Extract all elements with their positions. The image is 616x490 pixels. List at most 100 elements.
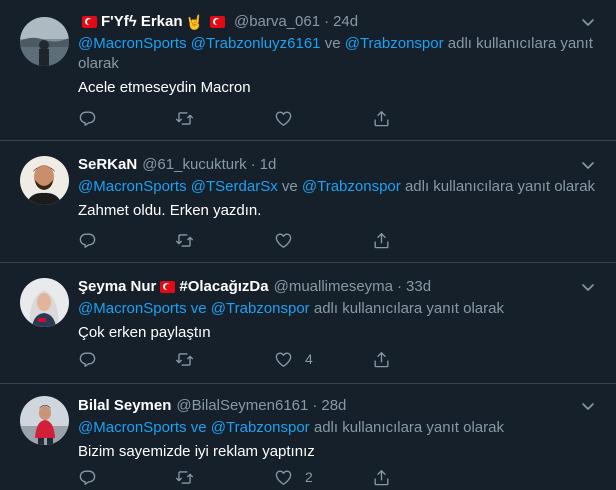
reply-suffix: adlı kullanıcılara yanıt olarak bbox=[313, 300, 504, 317]
tweet-content: Şeyma Nur #OlacağızDa @muallimeseyma · 3… bbox=[78, 277, 596, 343]
avatar[interactable] bbox=[20, 156, 69, 205]
tweet-header: Bilal Seymen @BilalSeymen6161 · 28d bbox=[78, 396, 596, 416]
rock-hand-emoji: 🤘 bbox=[185, 14, 203, 30]
turkish-flag-icon bbox=[82, 16, 97, 28]
mention-link[interactable]: @Trabzonspor bbox=[345, 35, 444, 52]
tweet-text: Bizim sayemizde iyi reklam yaptınız bbox=[78, 443, 315, 460]
share-icon bbox=[374, 351, 389, 367]
separator-dot: · bbox=[324, 13, 330, 30]
tweet-header: F'Yfϟ Erkan 🤘 @barva_061 · 24d bbox=[78, 12, 596, 32]
mention-link[interactable]: @MacronSports bbox=[78, 35, 187, 52]
separator-dot: · bbox=[250, 156, 256, 173]
reply-icon bbox=[79, 110, 96, 126]
separator-dot: · bbox=[312, 397, 318, 414]
heart-icon bbox=[275, 469, 292, 485]
share-icon bbox=[374, 232, 389, 248]
chevron-down-icon[interactable] bbox=[578, 155, 598, 175]
reply-context: @MacronSports ve @Trabzonspor adlı kulla… bbox=[78, 299, 596, 319]
share-button[interactable] bbox=[372, 108, 391, 128]
avatar[interactable] bbox=[20, 17, 69, 66]
avatar[interactable] bbox=[20, 396, 69, 445]
heart-icon bbox=[275, 232, 292, 248]
tweet-time[interactable]: 33d bbox=[406, 277, 431, 297]
separator-dot: · bbox=[397, 278, 403, 295]
user-name[interactable]: F'Yfϟ Erkan bbox=[101, 12, 183, 32]
chevron-down-icon[interactable] bbox=[578, 12, 598, 32]
reply-connector: ve bbox=[324, 35, 341, 52]
mention-link[interactable]: @TSerdarSx bbox=[191, 178, 278, 195]
reply-connector: ve bbox=[190, 419, 207, 436]
like-count: 2 bbox=[305, 469, 313, 485]
heart-icon bbox=[275, 351, 292, 367]
share-button[interactable] bbox=[372, 230, 391, 250]
tweet-time[interactable]: 28d bbox=[321, 396, 346, 416]
reply-button[interactable] bbox=[78, 349, 97, 369]
reply-context: @MacronSports @TSerdarSx ve @Trabzonspor… bbox=[78, 177, 596, 197]
reply-connector: ve bbox=[190, 300, 207, 317]
reply-context: @MacronSports @Trabzonluyz6161 ve @Trabz… bbox=[78, 34, 596, 74]
retweet-icon bbox=[175, 233, 194, 247]
user-name[interactable]: SeRKaN bbox=[78, 155, 137, 175]
tweet-text: Acele etmeseydin Macron bbox=[78, 79, 251, 96]
like-button[interactable]: 4 bbox=[274, 349, 313, 369]
reply-icon bbox=[79, 469, 96, 485]
tweet-text: Çok erken paylaştın bbox=[78, 324, 211, 341]
mention-link[interactable]: @Trabzonspor bbox=[302, 178, 401, 195]
tweet[interactable]: F'Yfϟ Erkan 🤘 @barva_061 · 24d @MacronSp… bbox=[0, 0, 616, 141]
reply-icon bbox=[79, 232, 96, 248]
tweet-header: Şeyma Nur #OlacağızDa @muallimeseyma · 3… bbox=[78, 277, 596, 297]
user-handle[interactable]: @61_kucukturk bbox=[142, 155, 246, 175]
reply-button[interactable] bbox=[78, 230, 97, 250]
chevron-down-icon[interactable] bbox=[578, 396, 598, 416]
chevron-down-icon[interactable] bbox=[578, 277, 598, 297]
like-button[interactable] bbox=[274, 230, 305, 250]
tweet-actions bbox=[78, 230, 398, 250]
retweet-icon bbox=[175, 352, 194, 366]
tweet-time[interactable]: 24d bbox=[333, 12, 358, 32]
like-count: 4 bbox=[305, 351, 313, 367]
reply-suffix: adlı kullanıcılara yanıt olarak bbox=[404, 178, 596, 195]
retweet-button[interactable] bbox=[175, 349, 194, 369]
heart-icon bbox=[275, 110, 292, 126]
reply-connector: ve bbox=[281, 178, 298, 195]
user-handle[interactable]: @barva_061 bbox=[234, 12, 320, 32]
user-name[interactable]: Şeyma Nur bbox=[78, 277, 156, 297]
user-name-hashtag[interactable]: #OlacağızDa bbox=[179, 277, 268, 297]
tweet-content: Bilal Seymen @BilalSeymen6161 · 28d @Mac… bbox=[78, 396, 596, 462]
retweet-button[interactable] bbox=[175, 230, 194, 250]
tweet[interactable]: SeRKaN @61_kucukturk · 1d @MacronSports … bbox=[0, 141, 616, 263]
mention-link[interactable]: @MacronSports bbox=[78, 300, 187, 317]
reply-button[interactable] bbox=[78, 467, 97, 487]
mention-link[interactable]: @Trabzonspor bbox=[211, 419, 310, 436]
mention-link[interactable]: @Trabzonspor bbox=[211, 300, 310, 317]
tweet-content: F'Yfϟ Erkan 🤘 @barva_061 · 24d @MacronSp… bbox=[78, 12, 596, 98]
tweet-actions bbox=[78, 108, 398, 128]
retweet-icon bbox=[175, 111, 194, 125]
reply-context: @MacronSports ve @Trabzonspor adlı kulla… bbox=[78, 418, 596, 438]
mention-link[interactable]: @Trabzonluyz6161 bbox=[191, 35, 321, 52]
retweet-icon bbox=[175, 470, 194, 484]
reply-suffix: adlı kullanıcılara yanıt olarak bbox=[313, 419, 504, 436]
share-button[interactable] bbox=[372, 467, 391, 487]
turkish-flag-icon bbox=[160, 281, 176, 293]
tweet-time[interactable]: 1d bbox=[260, 155, 277, 175]
like-button[interactable] bbox=[274, 108, 305, 128]
tweet[interactable]: Şeyma Nur #OlacağızDa @muallimeseyma · 3… bbox=[0, 263, 616, 384]
retweet-button[interactable] bbox=[175, 108, 194, 128]
mention-link[interactable]: @MacronSports bbox=[78, 419, 187, 436]
tweet-text: Zahmet oldu. Erken yazdın. bbox=[78, 202, 262, 219]
share-button[interactable] bbox=[372, 349, 391, 369]
user-handle[interactable]: @muallimeseyma bbox=[274, 277, 393, 297]
user-handle[interactable]: @BilalSeymen6161 bbox=[176, 396, 308, 416]
timeline: F'Yfϟ Erkan 🤘 @barva_061 · 24d @MacronSp… bbox=[0, 0, 616, 490]
like-button[interactable]: 2 bbox=[274, 467, 313, 487]
tweet-content: SeRKaN @61_kucukturk · 1d @MacronSports … bbox=[78, 155, 596, 221]
tweet-actions: 2 bbox=[78, 467, 398, 487]
share-icon bbox=[374, 469, 389, 485]
avatar[interactable] bbox=[20, 278, 69, 327]
tweet[interactable]: Bilal Seymen @BilalSeymen6161 · 28d @Mac… bbox=[0, 384, 616, 490]
retweet-button[interactable] bbox=[175, 467, 194, 487]
user-name[interactable]: Bilal Seymen bbox=[78, 396, 171, 416]
reply-button[interactable] bbox=[78, 108, 97, 128]
mention-link[interactable]: @MacronSports bbox=[78, 178, 187, 195]
